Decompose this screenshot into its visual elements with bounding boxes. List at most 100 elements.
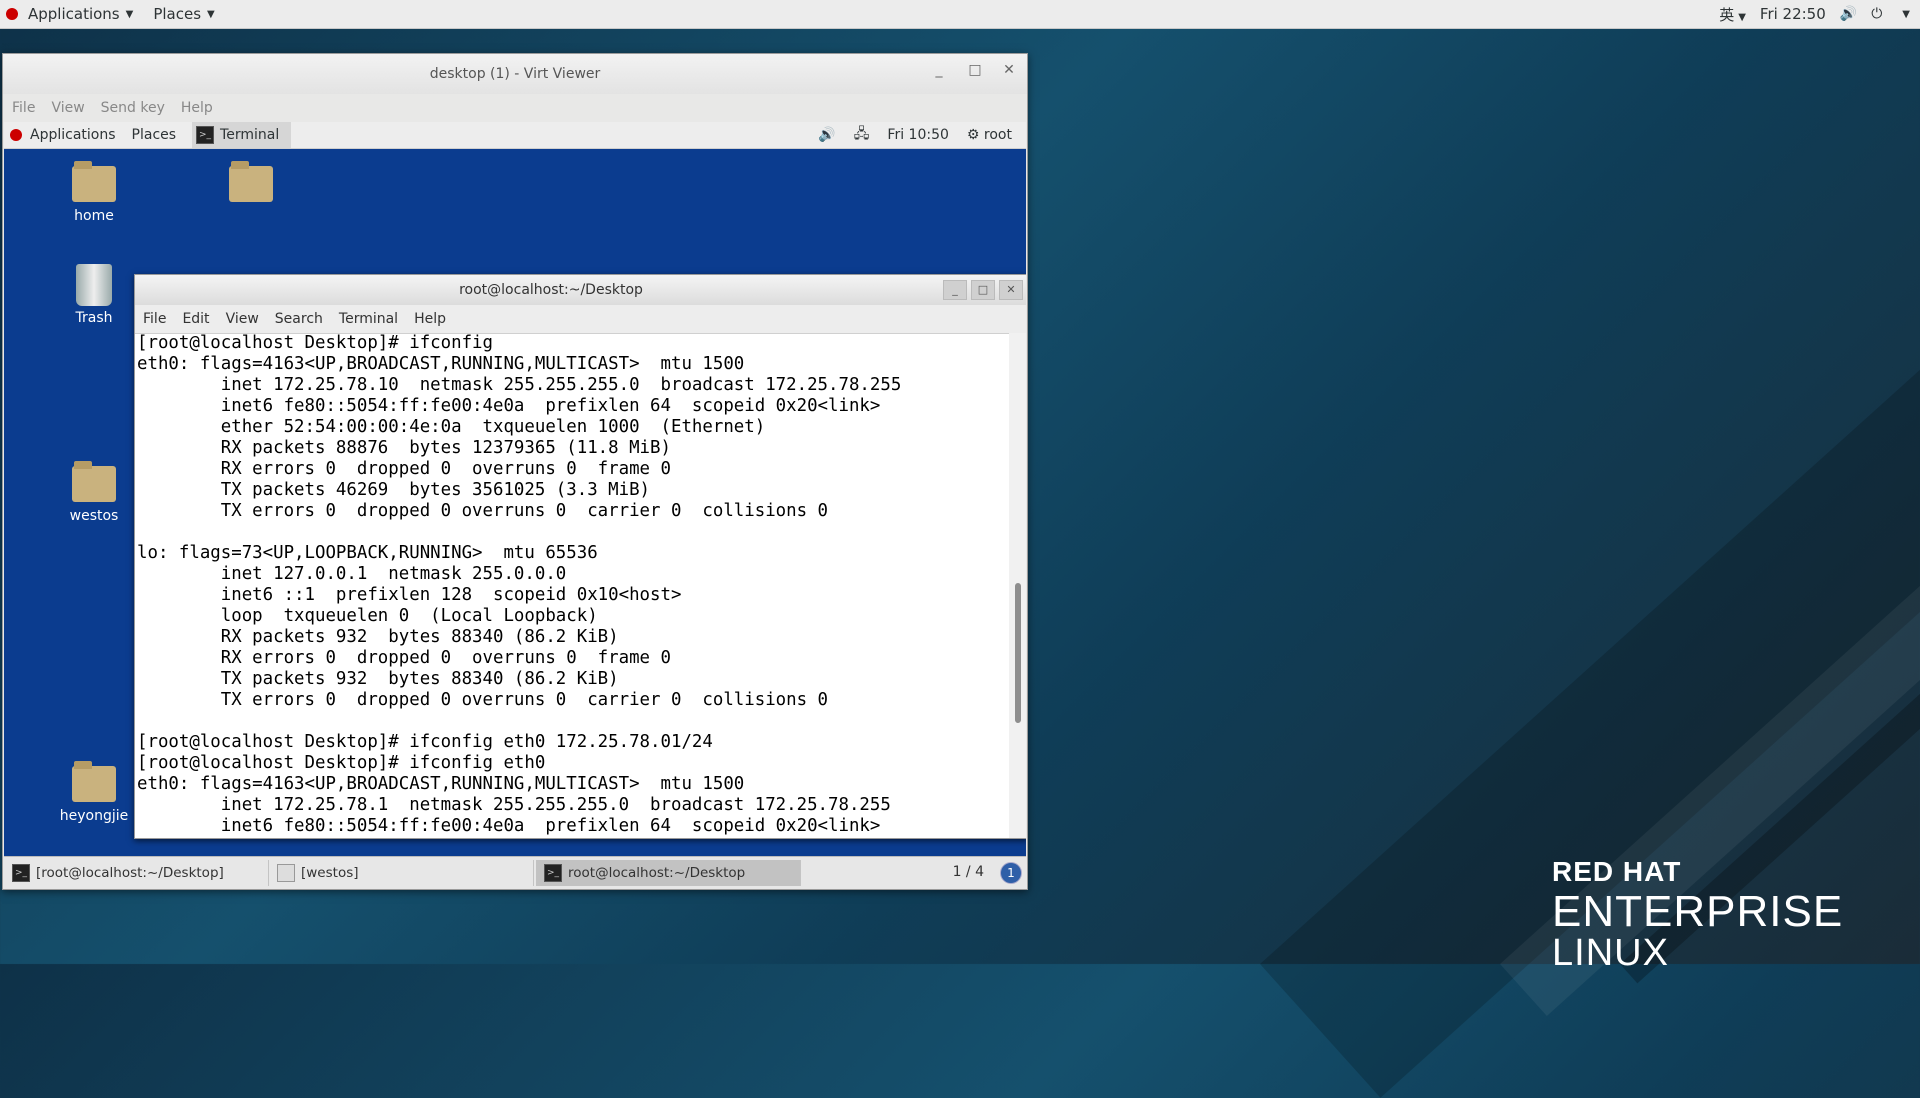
input-method-indicator[interactable]: 英 ▼ [1719, 4, 1746, 25]
taskbar-item-terminal-active[interactable]: >_ root@localhost:~/Desktop [536, 860, 801, 886]
guest-top-panel: Applications Places >_ Terminal 🔊 🖧 Fri … [4, 122, 1026, 149]
terminal-title: root@localhost:~/Desktop [459, 282, 643, 298]
host-applications-label: Applications [28, 5, 120, 23]
guest-task-label: Terminal [220, 127, 280, 143]
desktop-icon-label: heyongjie [59, 808, 129, 824]
scrollbar-thumb[interactable] [1015, 583, 1021, 723]
menu-search[interactable]: Search [275, 311, 323, 327]
virt-viewer-titlebar[interactable]: desktop (1) - Virt Viewer _ □ ✕ [3, 54, 1027, 94]
terminal-line: lo: flags=73<UP,LOOPBACK,RUNNING> mtu 65… [137, 543, 598, 563]
menu-send-key[interactable]: Send key [101, 100, 165, 116]
volume-icon[interactable]: 🔊 [1840, 6, 1857, 22]
terminal-line: [root@localhost Desktop]# ifconfig eth0 [137, 753, 546, 773]
terminal-line: loop txqueuelen 0 (Local Loopback) [137, 606, 598, 626]
terminal-line: [root@localhost Desktop]# ifconfig eth0 … [137, 732, 713, 752]
terminal-titlebar[interactable]: root@localhost:~/Desktop _ □ ✕ [135, 275, 1026, 305]
menu-help[interactable]: Help [181, 100, 213, 116]
desktop-icon-heyongjie[interactable]: heyongjie [54, 761, 134, 824]
redhat-icon [6, 8, 18, 20]
terminal-line: TX errors 0 dropped 0 overruns 0 carrier… [137, 501, 829, 521]
host-places-menu[interactable]: Places ▼ [153, 5, 214, 23]
host-top-panel: Applications ▼ Places ▼ 英 ▼ Fri 22:50 🔊 ⏻… [0, 0, 1920, 29]
terminal-line: RX packets 88876 bytes 12379365 (11.8 Mi… [137, 438, 671, 458]
desktop-icon-label: home [74, 208, 114, 224]
virt-viewer-window: desktop (1) - Virt Viewer _ □ ✕ File Vie… [2, 53, 1028, 890]
network-icon[interactable]: 🖧 [854, 123, 870, 147]
home-folder-icon [72, 161, 116, 202]
terminal-line: ether 52:54:00:00:4e:0a txqueuelen 1000 … [137, 417, 766, 437]
terminal-line: TX errors 0 dropped 0 overruns 0 carrier… [137, 690, 829, 710]
terminal-icon: >_ [196, 126, 215, 144]
host-applications-menu[interactable]: Applications ▼ [6, 5, 133, 23]
folder-icon [72, 761, 116, 802]
desktop-icon-trash[interactable]: Trash [54, 264, 134, 326]
desktop-icon-label: Trash [75, 310, 113, 326]
host-clock[interactable]: Fri 22:50 [1760, 5, 1826, 23]
terminal-scrollbar[interactable] [1009, 333, 1026, 838]
redhat-enterprise-linux-logo: RED HAT ENTERPRISE LINUX [1552, 856, 1844, 974]
guest-applications-menu[interactable]: Applications [30, 127, 116, 143]
folder-icon [72, 461, 116, 502]
notification-badge[interactable]: 1 [1000, 862, 1022, 884]
terminal-icon: >_ [544, 864, 562, 882]
terminal-menubar: File Edit View Search Terminal Help [135, 305, 1026, 334]
workspace-pager[interactable]: 1 / 4 [953, 864, 984, 880]
guest-terminal-task[interactable]: >_ Terminal [192, 122, 292, 148]
guest-user-menu[interactable]: ⚙ root [967, 127, 1012, 143]
terminal-line: inet 127.0.0.1 netmask 255.0.0.0 [137, 564, 567, 584]
host-places-label: Places [153, 5, 202, 23]
chevron-down-icon: ▼ [207, 8, 215, 20]
folder-window-icon [277, 864, 295, 882]
taskbar-item-terminal[interactable]: >_ [root@localhost:~/Desktop] [4, 860, 269, 886]
chevron-down-icon: ▼ [1738, 11, 1746, 23]
terminal-line: [root@localhost Desktop]# ifconfig [137, 333, 493, 353]
close-icon[interactable]: ✕ [997, 62, 1021, 78]
desktop-icon-label: westos [69, 508, 119, 524]
chevron-down-icon[interactable]: ▼ [1902, 9, 1910, 20]
minimize-icon[interactable]: _ [943, 280, 967, 300]
terminal-window: root@localhost:~/Desktop _ □ ✕ File Edit… [134, 274, 1026, 839]
redhat-icon [10, 129, 22, 141]
virt-viewer-title: desktop (1) - Virt Viewer [429, 66, 601, 82]
maximize-icon[interactable]: □ [971, 280, 995, 300]
guest-places-menu[interactable]: Places [132, 127, 177, 143]
terminal-line: RX errors 0 dropped 0 overruns 0 frame 0 [137, 459, 671, 479]
taskbar-item-label: [root@localhost:~/Desktop] [36, 865, 224, 881]
terminal-output[interactable]: [root@localhost Desktop]# ifconfig eth0: … [135, 333, 1009, 838]
power-icon[interactable]: ⏻ [1871, 6, 1882, 22]
terminal-line: eth0: flags=4163<UP,BROADCAST,RUNNING,MU… [137, 354, 745, 374]
terminal-icon: >_ [12, 864, 30, 882]
taskbar-item-westos[interactable]: [westos] [269, 860, 534, 886]
terminal-line: inet6 fe80::5054:ff:fe00:4e0a prefixlen … [137, 396, 881, 416]
desktop-icon-home[interactable]: home [54, 161, 134, 224]
guest-clock[interactable]: Fri 10:50 [887, 127, 948, 143]
terminal-line: TX packets 46269 bytes 3561025 (3.3 MiB) [137, 480, 651, 500]
desktop-icon-westos[interactable]: westos [54, 461, 134, 524]
terminal-line: inet 172.25.78.10 netmask 255.255.255.0 … [137, 375, 902, 395]
close-icon[interactable]: ✕ [999, 280, 1023, 300]
minimize-icon[interactable]: _ [927, 62, 951, 78]
volume-icon[interactable]: 🔊 [818, 127, 835, 143]
terminal-line: inet6 fe80::5054:ff:fe00:4e0a prefixlen … [137, 816, 881, 836]
menu-file[interactable]: File [12, 100, 35, 116]
guest-display[interactable]: Applications Places >_ Terminal 🔊 🖧 Fri … [4, 122, 1026, 889]
maximize-icon[interactable]: □ [963, 62, 987, 78]
terminal-line: RX packets 932 bytes 88340 (86.2 KiB) [137, 627, 619, 647]
terminal-line: RX errors 0 dropped 0 overruns 0 frame 0 [137, 648, 671, 668]
menu-terminal[interactable]: Terminal [339, 311, 398, 327]
menu-file[interactable]: File [143, 311, 166, 327]
terminal-line: inet6 ::1 prefixlen 128 scopeid 0x10<hos… [137, 585, 682, 605]
menu-help[interactable]: Help [414, 311, 446, 327]
folder-icon [229, 161, 273, 202]
terminal-line: inet 172.25.78.1 netmask 255.255.255.0 b… [137, 795, 891, 815]
trash-icon [76, 264, 112, 306]
terminal-line: TX packets 932 bytes 88340 (86.2 KiB) [137, 669, 619, 689]
menu-edit[interactable]: Edit [182, 311, 209, 327]
virt-viewer-menubar: File View Send key Help [3, 94, 1027, 121]
desktop-icon-folder[interactable] [211, 161, 291, 208]
menu-view[interactable]: View [226, 311, 259, 327]
menu-view[interactable]: View [51, 100, 84, 116]
taskbar-item-label: root@localhost:~/Desktop [568, 865, 746, 881]
